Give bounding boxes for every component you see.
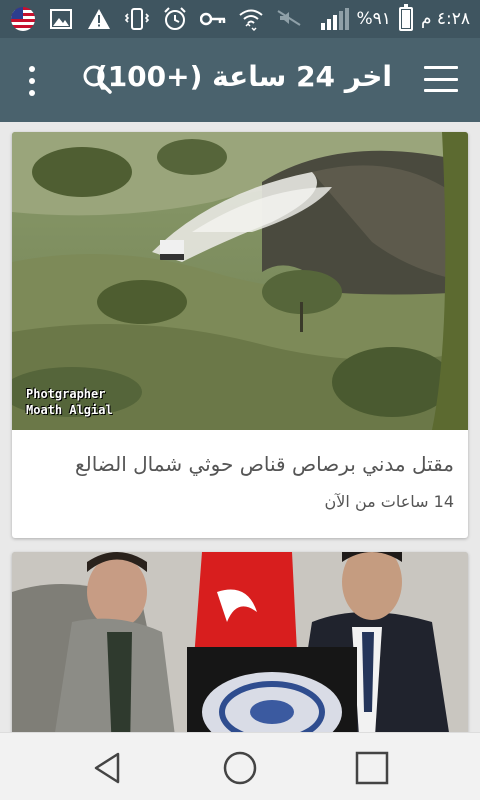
battery-icon xyxy=(398,4,413,31)
battery-percent: %٩١ xyxy=(356,9,391,29)
news-image xyxy=(12,552,468,732)
more-vertical-icon[interactable] xyxy=(24,66,40,96)
key-icon xyxy=(200,6,226,32)
news-timestamp: 14 ساعات من الآن xyxy=(324,492,454,511)
app-bar: اخر 24 ساعة (+100) xyxy=(0,38,480,122)
image-icon xyxy=(48,6,74,32)
news-card[interactable] xyxy=(12,552,468,732)
menu-icon[interactable] xyxy=(424,66,458,92)
search-icon[interactable] xyxy=(80,62,114,96)
back-icon[interactable] xyxy=(90,750,126,786)
mute-icon xyxy=(276,6,302,32)
status-bar: %٩١ ٤:٢٨ م xyxy=(0,0,480,38)
clock: ٤:٢٨ م xyxy=(420,9,470,29)
signal-icon xyxy=(320,8,349,30)
wifi-icon xyxy=(238,6,264,32)
news-feed[interactable]: Photgrapher Moath Algial مقتل مدني برصاص… xyxy=(0,122,480,732)
warning-icon xyxy=(86,6,112,32)
news-card[interactable]: Photgrapher Moath Algial مقتل مدني برصاص… xyxy=(12,132,468,538)
vibrate-icon xyxy=(124,6,150,32)
home-icon[interactable] xyxy=(222,750,258,786)
news-headline: مقتل مدني برصاص قناص حوثي شمال الضالع xyxy=(74,452,454,476)
recents-icon[interactable] xyxy=(354,750,390,786)
navigation-bar xyxy=(0,732,480,800)
photo-credit: Photgrapher Moath Algial xyxy=(26,387,113,417)
us-flag-icon xyxy=(10,6,36,32)
alarm-icon xyxy=(162,6,188,32)
news-image: Photgrapher Moath Algial xyxy=(12,132,468,430)
page-title: اخر 24 ساعة (+100) xyxy=(94,60,392,93)
